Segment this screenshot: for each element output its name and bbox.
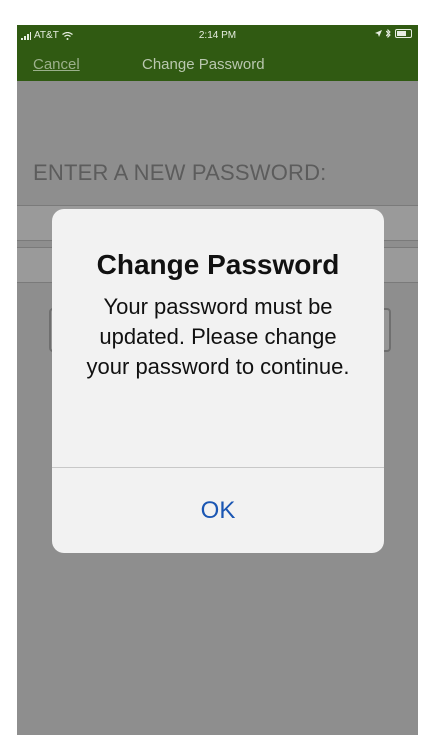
alert-dialog: Change Password Your password must be up… [52,209,384,553]
status-bar: AT&T 2:14 PM [17,25,418,47]
phone-screen: AT&T 2:14 PM Cancel Change Password ENTE… [17,25,418,735]
ok-button[interactable]: OK [52,468,384,553]
new-password-heading: ENTER A NEW PASSWORD: [33,160,327,185]
battery-icon [395,29,412,38]
navigation-bar: Cancel Change Password [17,47,418,81]
cancel-button[interactable]: Cancel [33,56,80,73]
nav-title: Change Password [142,56,265,73]
bluetooth-icon [386,29,391,38]
status-right [375,29,412,38]
dialog-message: Your password must be updated. Please ch… [86,294,350,379]
dialog-title: Change Password [96,249,340,280]
status-time: 2:14 PM [198,30,237,41]
location-icon [375,30,382,37]
